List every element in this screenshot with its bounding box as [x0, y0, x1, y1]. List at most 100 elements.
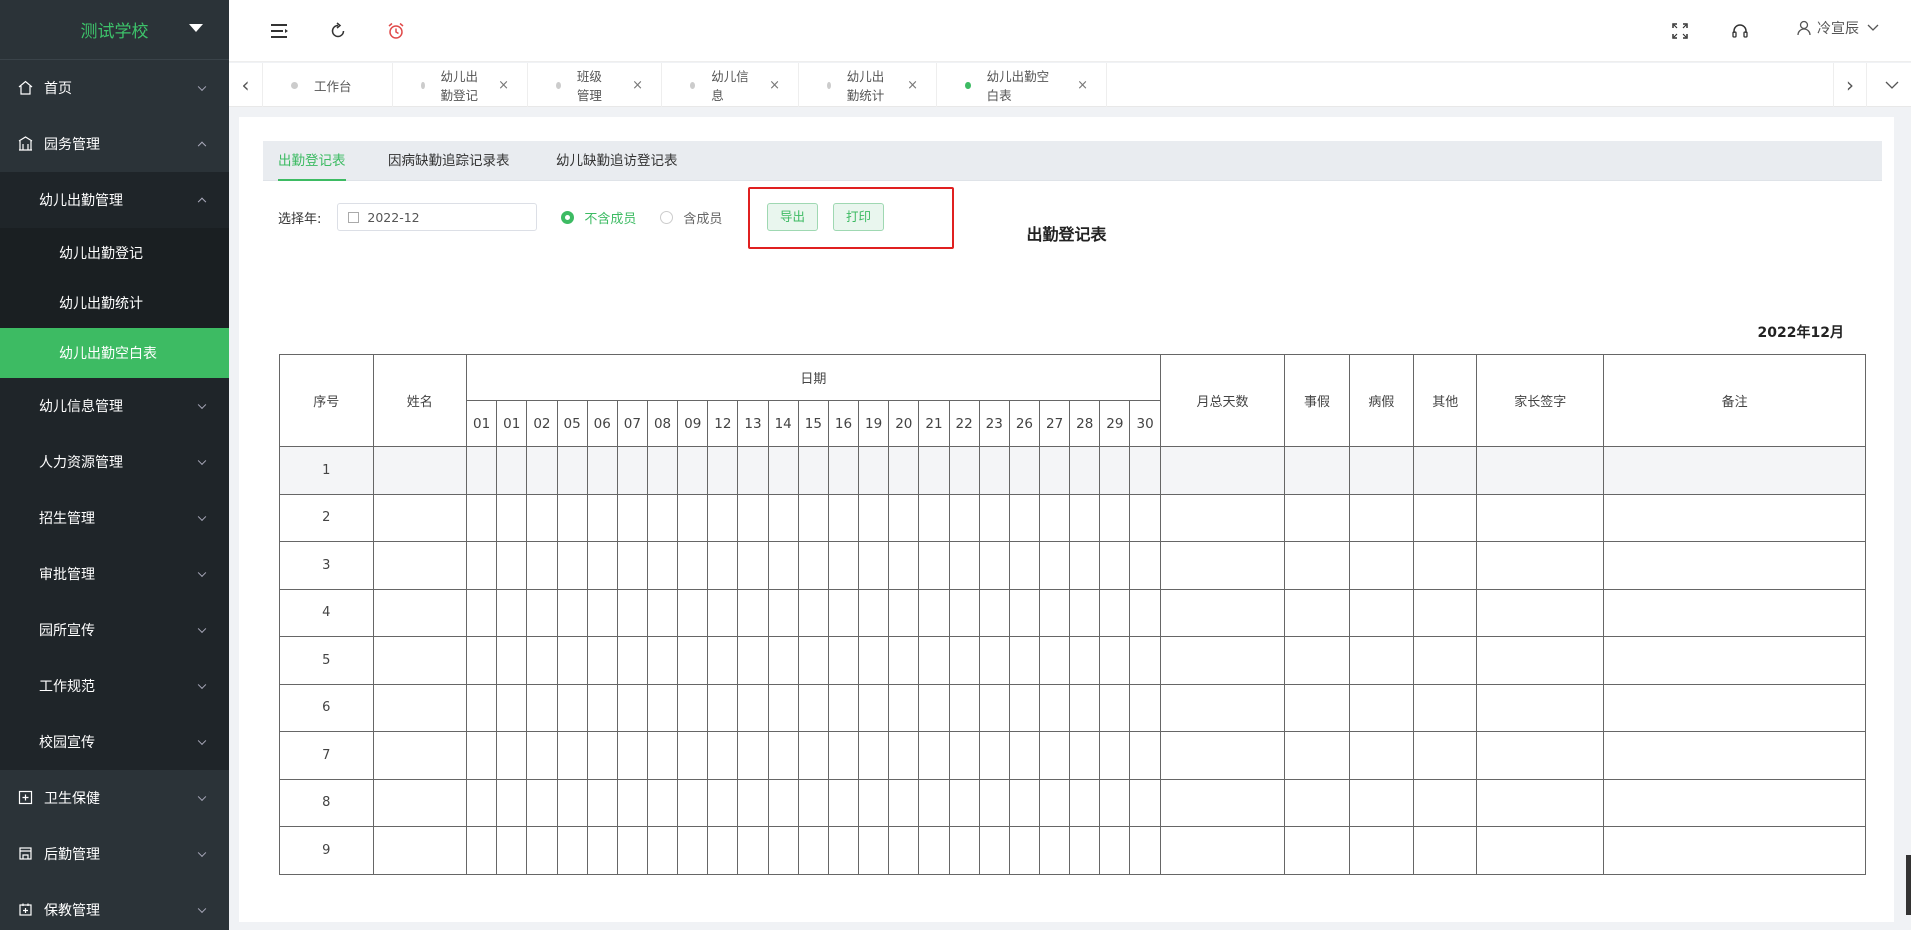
table-cell — [1476, 446, 1605, 495]
table-cell — [372, 541, 468, 590]
table-cell — [1159, 636, 1286, 685]
header-parent-sign: 家长签字 — [1476, 354, 1605, 447]
table-cell — [1413, 588, 1478, 637]
day-header: 30 — [1129, 400, 1161, 447]
sidebar-item-10[interactable]: 园所宣传 — [0, 602, 229, 658]
table-cell — [496, 826, 528, 875]
table-cell — [978, 541, 1010, 590]
tab-0[interactable]: 工作台 — [263, 63, 393, 107]
sidebar-item-3[interactable]: 幼儿出勤登记 — [0, 228, 229, 278]
table-cell — [918, 493, 950, 542]
table-cell — [1099, 778, 1131, 827]
close-icon[interactable]: × — [632, 78, 643, 93]
menu-collapse-icon[interactable] — [269, 20, 291, 42]
tabs-scroll-left-icon[interactable]: ‹ — [229, 63, 263, 107]
close-icon[interactable]: × — [907, 78, 918, 93]
alarm-clock-icon[interactable] — [385, 20, 407, 42]
sidebar-item-2[interactable]: 幼儿出勤管理 — [0, 172, 229, 228]
tab-sick-absence-tracking[interactable]: 因病缺勤追踪记录表 — [388, 141, 510, 181]
table-cell — [1099, 588, 1131, 637]
school-selector[interactable]: 测试学校 — [0, 0, 229, 60]
tab-5[interactable]: 幼儿出勤空白表 × — [937, 63, 1107, 107]
tabs-scroll-right-icon[interactable]: › — [1833, 63, 1867, 107]
close-icon[interactable]: × — [498, 78, 509, 93]
fullscreen-icon[interactable] — [1669, 20, 1691, 42]
table-cell — [466, 588, 498, 637]
table-cell — [827, 588, 860, 637]
header-other: 其他 — [1413, 354, 1478, 447]
table-cell — [1099, 541, 1131, 590]
close-icon[interactable]: × — [1077, 78, 1088, 93]
sidebar-item-11[interactable]: 工作规范 — [0, 658, 229, 714]
table-cell — [1129, 683, 1161, 732]
sidebar-item-label: 卫生保健 — [44, 791, 100, 807]
chevron-down-icon — [197, 512, 207, 522]
day-header: 23 — [978, 400, 1010, 447]
tab-2[interactable]: 班级管理 × — [528, 63, 662, 107]
tabs-list: 工作台 幼儿出勤登记 × 班级管理 × 幼儿信息 × 幼儿出勤统计 × 幼儿出勤空白表 × — [263, 63, 1107, 107]
sidebar-item-label: 园所宣传 — [39, 623, 95, 639]
table-cell — [496, 778, 528, 827]
table-cell — [1476, 636, 1605, 685]
table-cell — [616, 588, 648, 637]
top-header: 冷宣辰 — [229, 0, 1911, 62]
sidebar-item-15[interactable]: 保教管理 — [0, 882, 229, 930]
table-cell — [1129, 446, 1161, 495]
sidebar-item-13[interactable]: 卫生保健 — [0, 770, 229, 826]
table-cell — [466, 778, 498, 827]
table-cell — [616, 493, 648, 542]
table-cell — [586, 541, 618, 590]
table-cell — [1038, 541, 1071, 590]
table-cell — [797, 541, 829, 590]
table-cell — [466, 541, 498, 590]
user-icon — [1797, 20, 1811, 36]
headset-icon[interactable] — [1729, 20, 1751, 42]
table-cell — [858, 541, 890, 590]
table-cell — [372, 778, 468, 827]
logistics-icon — [18, 846, 34, 862]
day-header: 01 — [466, 400, 498, 447]
sidebar-item-6[interactable]: 幼儿信息管理 — [0, 378, 229, 434]
tabs-dropdown-icon[interactable] — [1875, 63, 1909, 107]
sidebar-item-8[interactable]: 招生管理 — [0, 490, 229, 546]
close-icon[interactable]: × — [769, 78, 780, 93]
refresh-icon[interactable] — [327, 20, 349, 42]
sidebar-item-14[interactable]: 后勤管理 — [0, 826, 229, 882]
sidebar-item-1[interactable]: 园务管理 — [0, 116, 229, 172]
sidebar-item-0[interactable]: 首页 — [0, 60, 229, 116]
table-cell — [1603, 636, 1866, 685]
table-cell — [858, 778, 890, 827]
sidebar-item-label: 工作规范 — [39, 679, 95, 695]
table-cell — [858, 446, 890, 495]
table-cell — [918, 588, 950, 637]
table-cell — [1129, 778, 1161, 827]
tab-3[interactable]: 幼儿信息 × — [662, 63, 799, 107]
scrollbar[interactable] — [1906, 855, 1911, 915]
tab-1[interactable]: 幼儿出勤登记 × — [393, 63, 528, 107]
chevron-down-icon — [197, 848, 207, 858]
tab-status-dot — [965, 81, 971, 89]
sidebar-item-12[interactable]: 校园宣传 — [0, 714, 229, 770]
day-header: 22 — [948, 400, 980, 447]
sidebar-item-9[interactable]: 审批管理 — [0, 546, 229, 602]
table-cell — [1284, 446, 1350, 495]
table-cell — [707, 778, 739, 827]
sidebar-item-7[interactable]: 人力资源管理 — [0, 434, 229, 490]
table-cell — [707, 636, 739, 685]
sidebar-item-label: 人力资源管理 — [39, 455, 123, 471]
caret-down-icon[interactable] — [189, 24, 203, 32]
table-row: 5 — [279, 636, 1866, 685]
sidebar-item-4[interactable]: 幼儿出勤统计 — [0, 278, 229, 328]
tab-absence-followup[interactable]: 幼儿缺勤追访登记表 — [556, 141, 678, 181]
table-cell — [1159, 826, 1286, 875]
user-menu[interactable]: 冷宣辰 — [1797, 18, 1879, 38]
day-header: 06 — [586, 400, 618, 447]
attendance-table: 序号 姓名 日期 月总天数 事假 病假 其他 家长签字 备注 01 01 02 05 0… — [279, 354, 1866, 875]
day-header: 21 — [918, 400, 950, 447]
tab-attendance-register[interactable]: 出勤登记表 — [278, 141, 346, 181]
tab-label: 幼儿信息 — [711, 69, 749, 103]
table-cell — [737, 778, 769, 827]
table-cell — [466, 636, 498, 685]
sidebar-item-5[interactable]: 幼儿出勤空白表 — [0, 328, 229, 378]
tab-4[interactable]: 幼儿出勤统计 × — [799, 63, 937, 107]
